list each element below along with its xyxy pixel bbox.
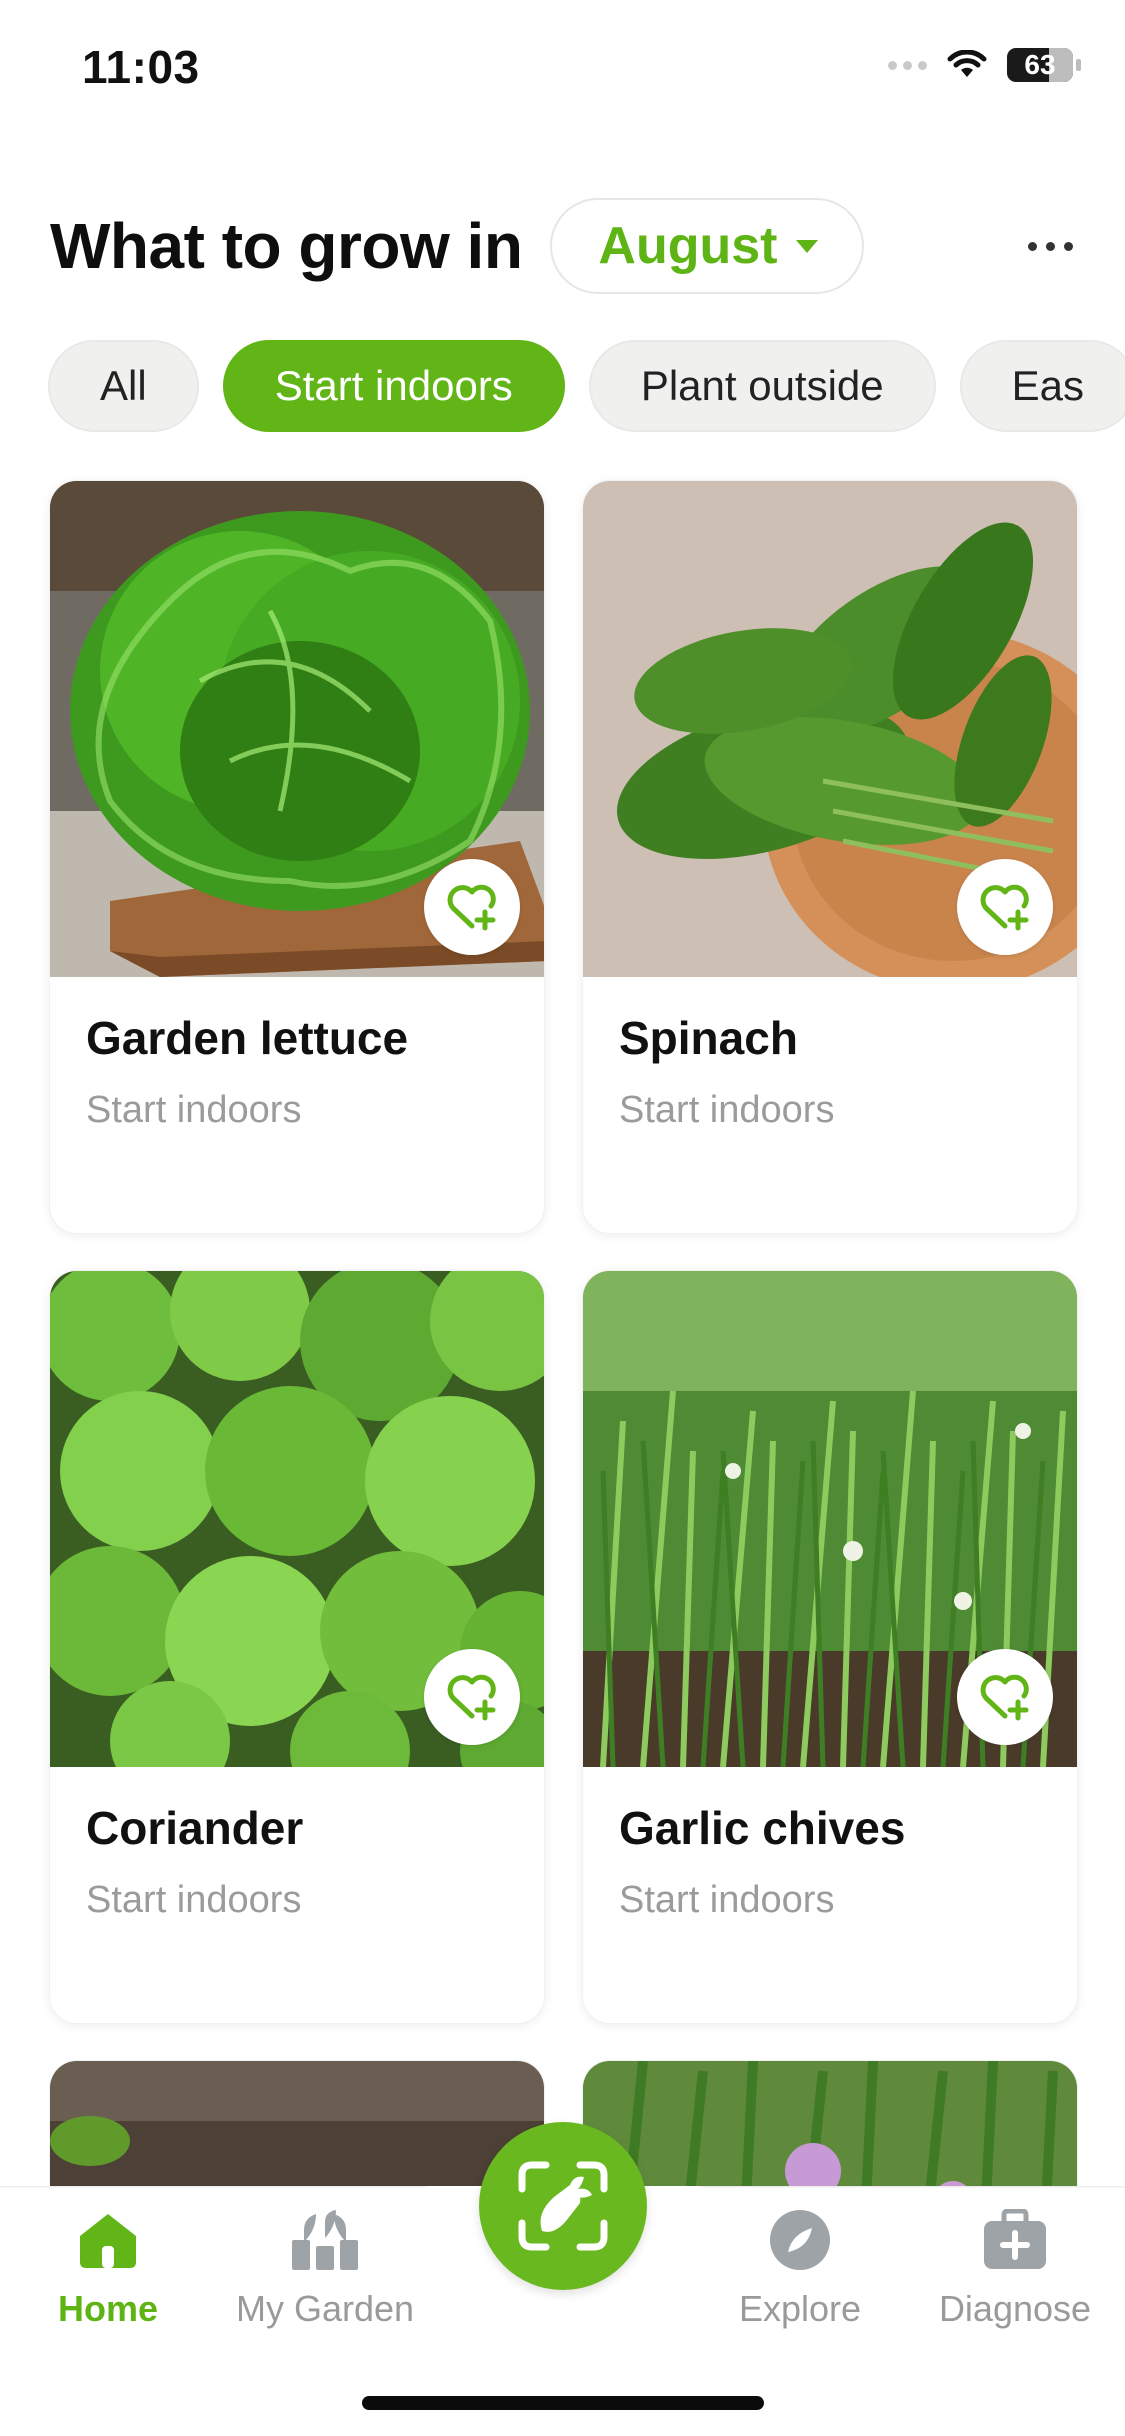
wifi-icon	[947, 50, 987, 77]
scan-plant-button[interactable]	[479, 2122, 647, 2290]
tab-label: Diagnose	[938, 2288, 1092, 2329]
home-icon	[80, 2214, 136, 2268]
heart-plus-icon	[447, 884, 496, 931]
tab-label: Explore	[738, 2288, 862, 2329]
page-title: What to grow in	[50, 210, 523, 282]
filter-chip-plant-outside[interactable]: Plant outside	[588, 340, 936, 432]
filter-chip-start-indoors[interactable]: Start indoors	[222, 340, 565, 432]
tab-label: My Garden	[235, 2288, 415, 2329]
camera-scan-icon	[518, 2161, 608, 2251]
battery-indicator: 63	[1007, 48, 1081, 82]
plant-name: Garden lettuce	[86, 1012, 409, 1064]
plant-status: Start indoors	[86, 1879, 302, 1921]
home-indicator	[362, 2396, 764, 2410]
plant-status: Start indoors	[619, 1089, 835, 1131]
heart-plus-icon	[980, 1674, 1029, 1721]
more-options-button[interactable]	[1020, 226, 1080, 266]
plant-card-garlic-chives[interactable]: Garlic chives Start indoors	[582, 1270, 1078, 2024]
page-header: What to grow in August	[50, 196, 1080, 296]
more-icon	[1027, 241, 1037, 251]
garden-icon	[292, 2210, 358, 2270]
plant-status: Start indoors	[619, 1879, 835, 1921]
tab-label: Home	[57, 2288, 159, 2329]
tab-my-garden[interactable]: My Garden	[225, 2204, 425, 2330]
cellular-signal-icon	[888, 60, 927, 70]
add-favorite-button[interactable]	[424, 859, 520, 955]
heart-plus-icon	[447, 1674, 496, 1721]
heart-plus-icon	[980, 884, 1029, 931]
plant-name: Coriander	[86, 1802, 304, 1854]
tab-diagnose[interactable]: Diagnose	[915, 2204, 1115, 2330]
add-favorite-button[interactable]	[424, 1649, 520, 1745]
status-icons: 63	[888, 48, 1081, 82]
plant-card-garden-lettuce[interactable]: Garden lettuce Start indoors	[49, 480, 545, 1234]
caret-down-icon	[795, 239, 818, 253]
plant-card-spinach[interactable]: Spinach Start indoors	[582, 480, 1078, 1234]
filter-chips: All Start indoors Plant outside Eas	[48, 340, 1125, 432]
status-time: 11:03	[82, 41, 200, 93]
tab-home[interactable]: Home	[8, 2204, 208, 2330]
month-dropdown-value: August	[598, 217, 778, 275]
month-dropdown[interactable]: August	[550, 198, 864, 294]
tab-explore[interactable]: Explore	[700, 2204, 900, 2330]
plant-card-coriander[interactable]: Coriander Start indoors	[49, 1270, 545, 2024]
filter-chip-all[interactable]: All	[48, 340, 199, 432]
compass-icon	[770, 2210, 830, 2270]
plant-status: Start indoors	[86, 1089, 302, 1131]
add-favorite-button[interactable]	[957, 1649, 1053, 1745]
plant-name: Spinach	[619, 1012, 798, 1064]
status-bar: 11:03 63	[0, 0, 1125, 140]
add-favorite-button[interactable]	[957, 859, 1053, 955]
first-aid-kit-icon	[984, 2209, 1046, 2269]
battery-level: 63	[1024, 49, 1056, 80]
plant-name: Garlic chives	[619, 1802, 906, 1854]
filter-chip-easy[interactable]: Eas	[959, 340, 1125, 432]
